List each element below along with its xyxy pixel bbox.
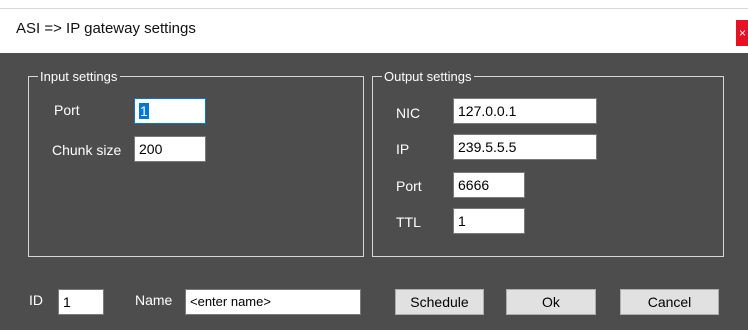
input-settings-legend: Input settings	[38, 69, 121, 84]
input-port-field[interactable]: 1	[134, 98, 206, 124]
name-label: Name	[135, 292, 173, 308]
cancel-button[interactable]: Cancel	[620, 289, 719, 315]
chunk-size-field[interactable]: 200	[134, 136, 206, 162]
nic-label: NIC	[396, 105, 421, 121]
window-title: ASI => IP gateway settings	[16, 20, 196, 37]
settings-dialog: Input settings Port 1 Chunk size 200 Out…	[0, 53, 748, 330]
schedule-button[interactable]: Schedule	[395, 289, 484, 315]
ttl-label: TTL	[396, 214, 421, 230]
name-field[interactable]: <enter name>	[185, 289, 361, 315]
ip-label: IP	[396, 141, 410, 157]
ttl-field[interactable]: 1	[453, 208, 525, 234]
id-label: ID	[29, 292, 43, 308]
ok-button[interactable]: Ok	[506, 289, 596, 315]
input-port-label: Port	[54, 102, 80, 118]
chunk-size-label: Chunk size	[52, 142, 122, 158]
nic-field[interactable]: 127.0.0.1	[453, 98, 597, 124]
output-port-label: Port	[396, 178, 422, 194]
input-port-value: 1	[139, 103, 149, 119]
output-settings-legend: Output settings	[382, 69, 475, 84]
ip-field[interactable]: 239.5.5.5	[453, 134, 597, 160]
output-port-field[interactable]: 6666	[453, 172, 525, 198]
close-icon[interactable]: ×	[736, 20, 748, 46]
id-field[interactable]: 1	[58, 289, 104, 315]
